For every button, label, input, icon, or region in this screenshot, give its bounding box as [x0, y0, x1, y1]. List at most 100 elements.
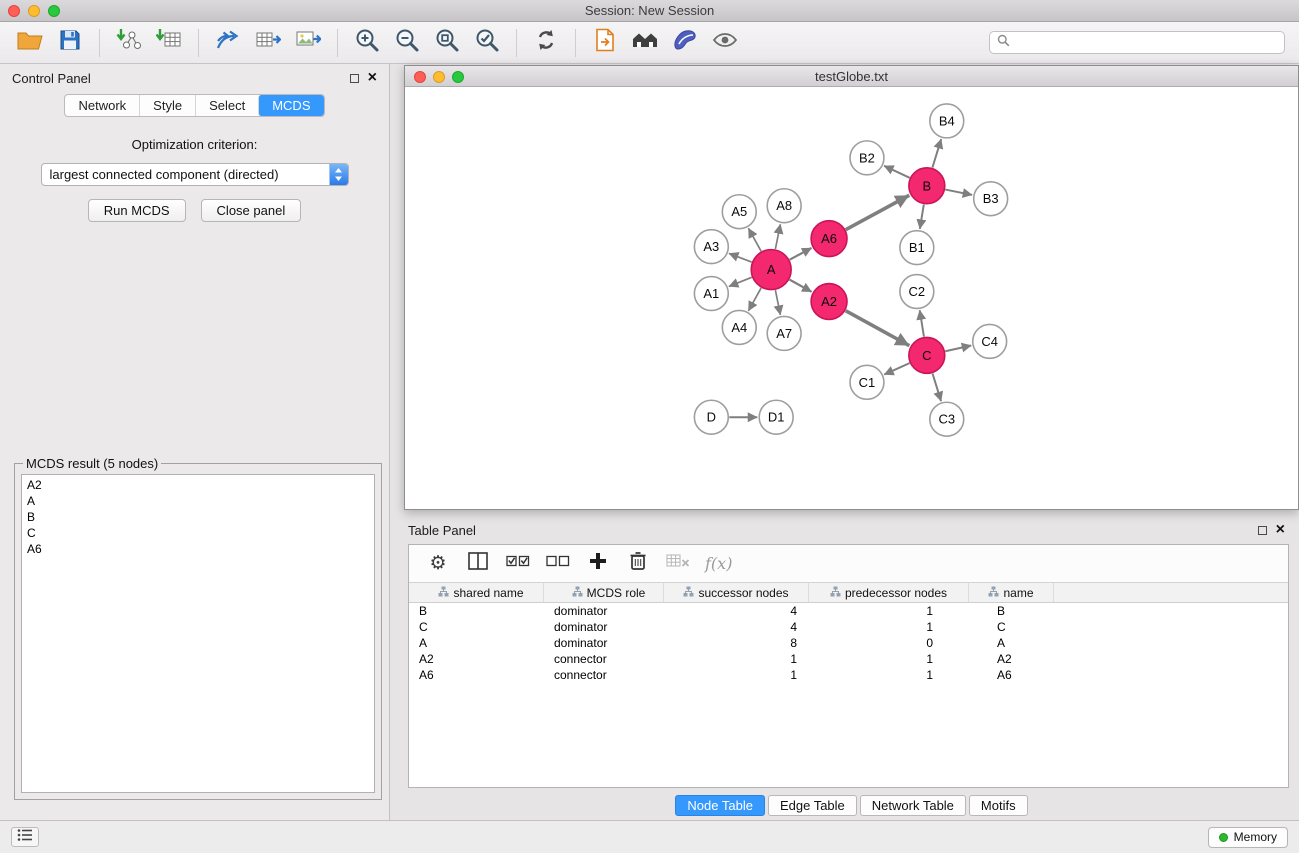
- graph-node-D1[interactable]: D1: [759, 400, 793, 434]
- network-canvas[interactable]: B4B2BB3A5A8A6A3B1AC2A1A2A4A7C4CC1C3DD1: [406, 88, 1297, 508]
- graph-edge-B-B1[interactable]: [920, 205, 924, 229]
- graph-edge-B-B3[interactable]: [945, 190, 972, 195]
- graph-edge-C-C3[interactable]: [933, 373, 942, 401]
- zoom-fit-button[interactable]: [427, 26, 467, 60]
- result-item[interactable]: A6: [22, 541, 374, 557]
- float-panel-icon[interactable]: [350, 74, 359, 83]
- graph-node-A6[interactable]: A6: [811, 221, 847, 257]
- graph-node-C1[interactable]: C1: [850, 365, 884, 399]
- column-header-name[interactable]: name: [969, 583, 1054, 602]
- result-item[interactable]: A2: [22, 477, 374, 493]
- result-item[interactable]: B: [22, 509, 374, 525]
- graph-node-B1[interactable]: B1: [900, 231, 934, 265]
- graph-node-C3[interactable]: C3: [930, 402, 964, 436]
- close-window-button[interactable]: [8, 5, 20, 17]
- network-minimize-button[interactable]: [433, 71, 445, 83]
- result-item[interactable]: A: [22, 493, 374, 509]
- first-neighbors-button[interactable]: [585, 26, 625, 60]
- network-close-button[interactable]: [414, 71, 426, 83]
- graph-node-A5[interactable]: A5: [722, 195, 756, 229]
- tab-network[interactable]: Network: [65, 95, 139, 116]
- column-header-successor-nodes[interactable]: successor nodes: [664, 583, 809, 602]
- show-hide-button[interactable]: [705, 26, 745, 60]
- minimize-window-button[interactable]: [28, 5, 40, 17]
- search-input[interactable]: [1014, 35, 1277, 50]
- graph-node-B2[interactable]: B2: [850, 141, 884, 175]
- export-network-button[interactable]: [208, 26, 248, 60]
- export-image-button[interactable]: [288, 26, 328, 60]
- column-header-mcds-role[interactable]: MCDS role: [544, 583, 664, 602]
- close-table-panel-icon[interactable]: ×: [1276, 525, 1285, 535]
- graph-node-A2[interactable]: A2: [811, 284, 847, 320]
- zoom-window-button[interactable]: [48, 5, 60, 17]
- graph-node-A8[interactable]: A8: [767, 189, 801, 223]
- table-settings-button[interactable]: ⚙: [425, 549, 451, 579]
- graph-edge-A-A1[interactable]: [729, 277, 752, 286]
- table-row[interactable]: Cdominator41C: [409, 619, 1288, 635]
- refresh-button[interactable]: [526, 26, 566, 60]
- graph-node-C4[interactable]: C4: [973, 324, 1007, 358]
- function-builder-button[interactable]: f(x): [705, 549, 732, 579]
- graph-node-B3[interactable]: B3: [974, 182, 1008, 216]
- tab-network-table[interactable]: Network Table: [860, 795, 966, 816]
- tab-node-table[interactable]: Node Table: [675, 795, 765, 816]
- graph-node-A3[interactable]: A3: [694, 230, 728, 264]
- table-row[interactable]: Bdominator41B: [409, 603, 1288, 619]
- graph-node-B[interactable]: B: [909, 168, 945, 204]
- graph-edge-C-C1[interactable]: [884, 363, 909, 374]
- graph-edge-A-A4[interactable]: [748, 288, 761, 311]
- graph-edge-B-B4[interactable]: [932, 139, 941, 168]
- tab-select[interactable]: Select: [195, 95, 258, 116]
- result-item[interactable]: C: [22, 525, 374, 541]
- save-session-button[interactable]: [50, 26, 90, 60]
- graph-node-B4[interactable]: B4: [930, 104, 964, 138]
- graph-node-A4[interactable]: A4: [722, 310, 756, 344]
- zoom-out-button[interactable]: [387, 26, 427, 60]
- close-panel-button[interactable]: Close panel: [201, 199, 302, 222]
- deselect-all-button[interactable]: [545, 549, 571, 579]
- graph-node-C2[interactable]: C2: [900, 275, 934, 309]
- zoom-selected-button[interactable]: [467, 26, 507, 60]
- table-row[interactable]: Adominator80A: [409, 635, 1288, 651]
- table-row[interactable]: A6connector11A6: [409, 667, 1288, 683]
- graph-edge-A-A6[interactable]: [790, 248, 812, 260]
- graph-edge-A-A8[interactable]: [775, 224, 780, 249]
- birds-eye-view-button[interactable]: [625, 26, 665, 60]
- memory-button[interactable]: Memory: [1208, 827, 1288, 848]
- mcds-result-list[interactable]: A2ABCA6: [21, 474, 375, 793]
- close-panel-icon[interactable]: ×: [368, 73, 377, 83]
- import-table-button[interactable]: [149, 26, 189, 60]
- column-browser-button[interactable]: [465, 549, 491, 579]
- graph-node-A7[interactable]: A7: [767, 316, 801, 350]
- tab-style[interactable]: Style: [139, 95, 195, 116]
- tab-edge-table[interactable]: Edge Table: [768, 795, 857, 816]
- column-header-shared-name[interactable]: shared name: [409, 583, 544, 602]
- graph-node-A[interactable]: A: [751, 250, 791, 290]
- graph-edge-B-B2[interactable]: [884, 166, 910, 178]
- network-window-titlebar[interactable]: testGlobe.txt: [405, 66, 1298, 87]
- graph-edge-A6-B[interactable]: [846, 195, 910, 229]
- graph-edge-A2-C[interactable]: [846, 311, 910, 346]
- graph-edge-C-C2[interactable]: [920, 310, 924, 336]
- graph-node-C[interactable]: C: [909, 337, 945, 373]
- graph-edge-A-A5[interactable]: [748, 228, 761, 251]
- zoom-in-button[interactable]: [347, 26, 387, 60]
- graph-node-A1[interactable]: A1: [694, 277, 728, 311]
- delete-table-button[interactable]: [665, 549, 691, 579]
- table-row[interactable]: A2connector11A2: [409, 651, 1288, 667]
- delete-row-button[interactable]: [625, 549, 651, 579]
- float-table-panel-icon[interactable]: [1258, 526, 1267, 535]
- criterion-dropdown[interactable]: largest connected component (directed): [41, 163, 349, 186]
- graph-edge-A-A2[interactable]: [790, 280, 812, 292]
- select-all-button[interactable]: [505, 549, 531, 579]
- graph-edge-A-A7[interactable]: [775, 290, 780, 315]
- open-session-button[interactable]: [10, 26, 50, 60]
- export-table-button[interactable]: [248, 26, 288, 60]
- graph-edge-A-A3[interactable]: [729, 253, 752, 262]
- task-history-button[interactable]: [11, 827, 39, 847]
- column-header-predecessor-nodes[interactable]: predecessor nodes: [809, 583, 969, 602]
- network-zoom-button[interactable]: [452, 71, 464, 83]
- import-network-button[interactable]: [109, 26, 149, 60]
- style-brush-button[interactable]: [665, 26, 705, 60]
- run-mcds-button[interactable]: Run MCDS: [88, 199, 186, 222]
